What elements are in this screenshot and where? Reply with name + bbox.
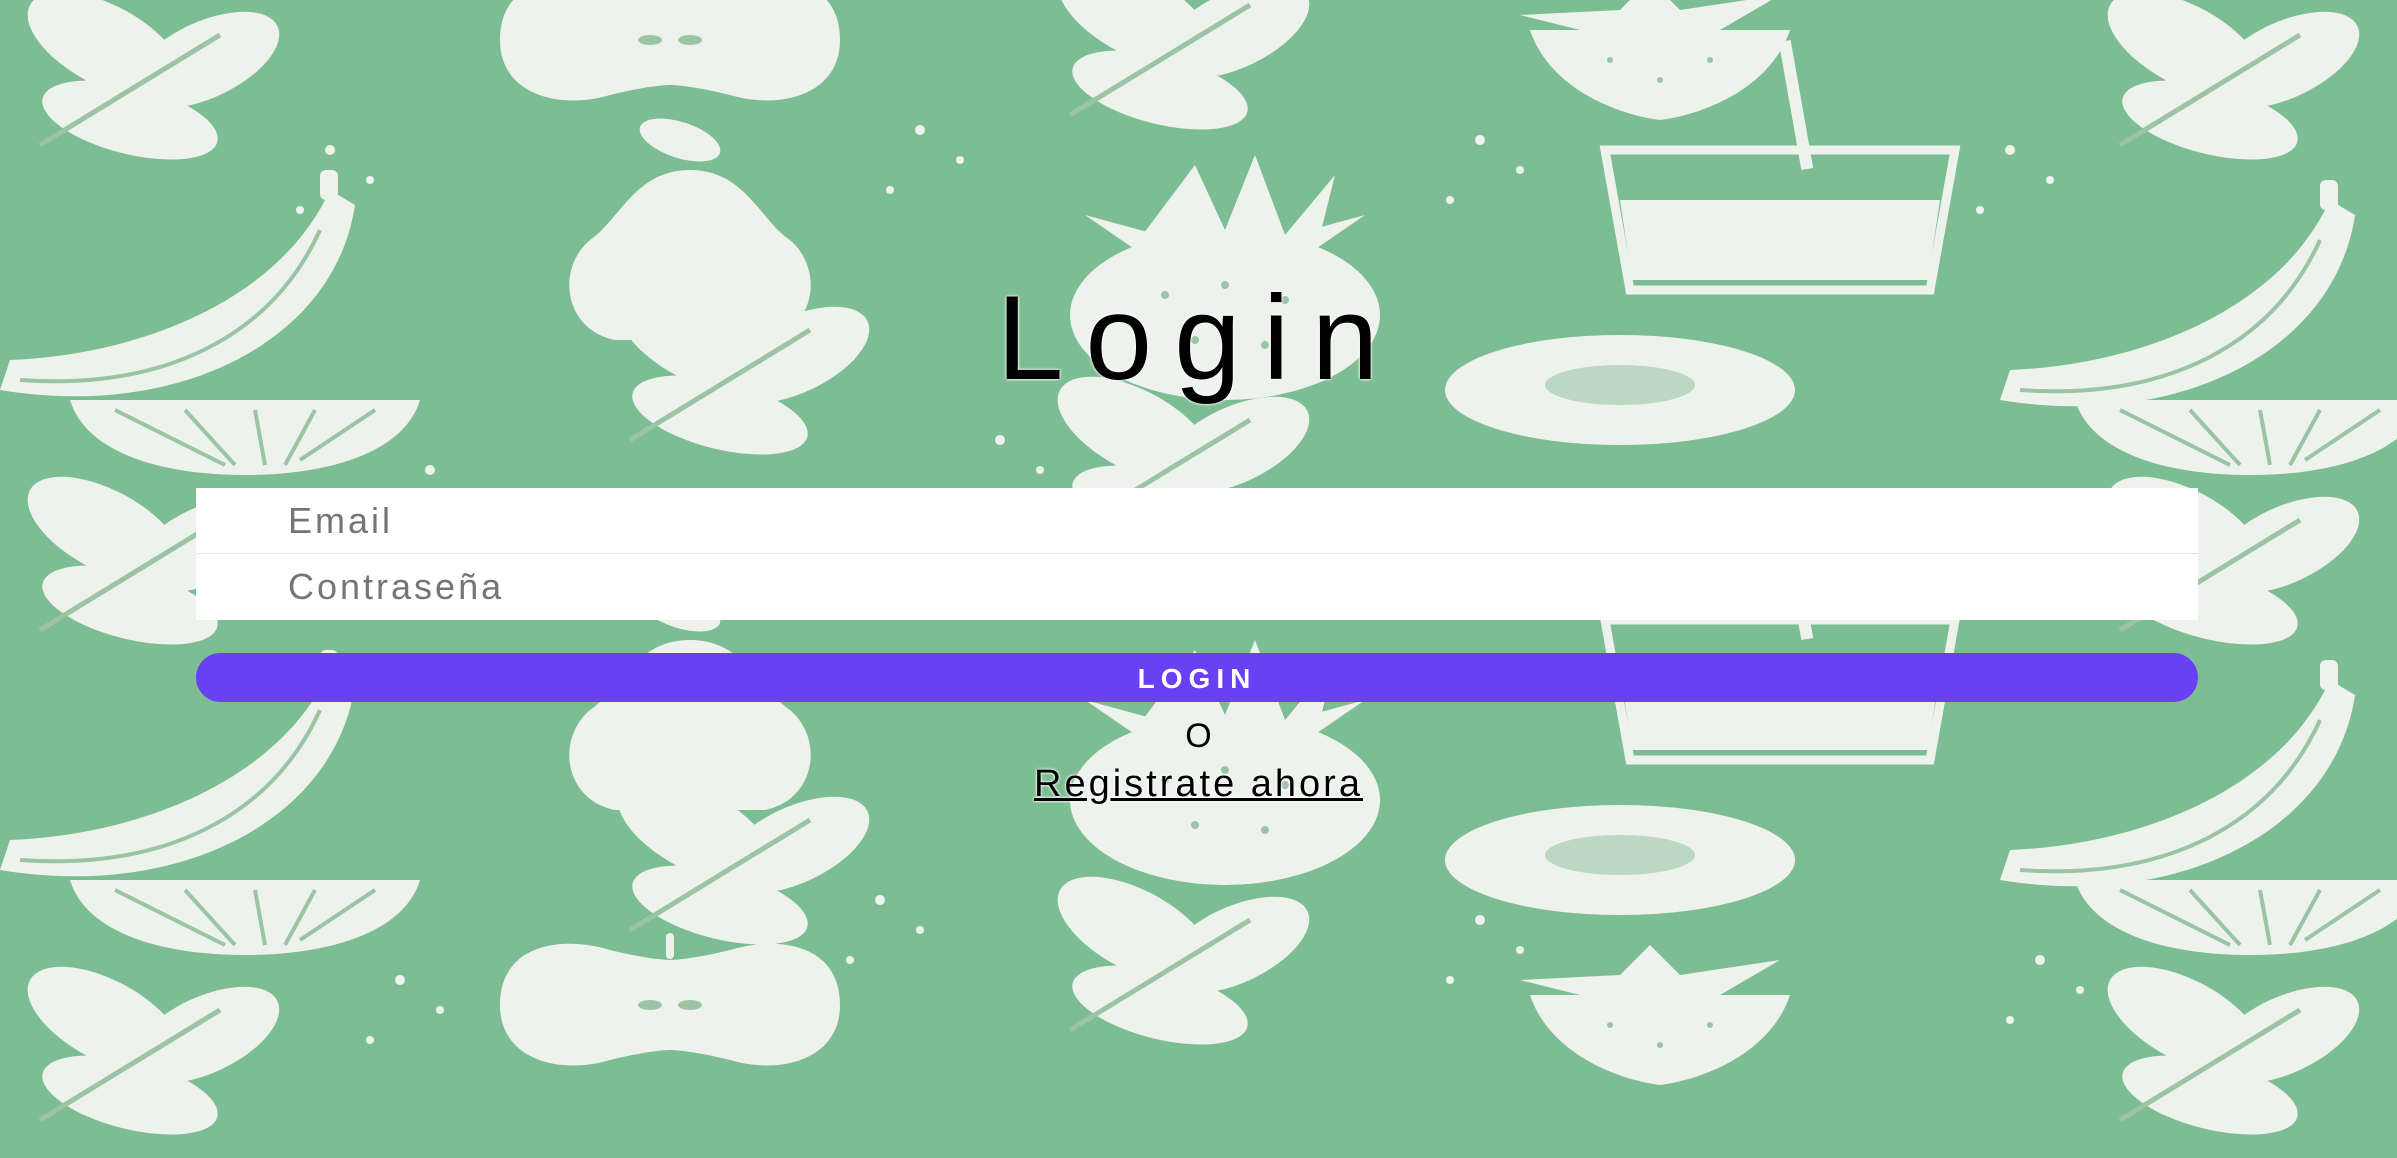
- login-button[interactable]: LOGIN: [196, 653, 2198, 702]
- password-input[interactable]: [196, 554, 2198, 620]
- login-form-card: [196, 488, 2198, 620]
- or-separator: O: [1185, 717, 1212, 755]
- register-link[interactable]: Registrate ahora: [0, 762, 2397, 806]
- email-input[interactable]: [196, 488, 2198, 554]
- login-title: Login: [996, 271, 1401, 405]
